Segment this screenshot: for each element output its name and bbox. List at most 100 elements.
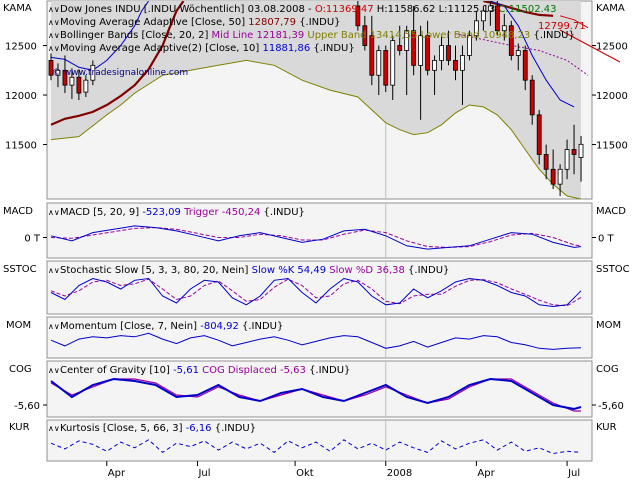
mom-right-label: MOM — [596, 320, 622, 331]
kur-legend-text-0-1: -6,16 — [185, 423, 212, 434]
main-legend-text-3-2: {.INDU} — [310, 43, 355, 54]
macd-legend-text-0-1: -523,09 — [142, 207, 181, 218]
main-legend-text-0-3: C:11502.43 — [498, 4, 557, 15]
kur-left-label: KUR — [9, 422, 30, 433]
line-series-icon: ∧∨ — [48, 44, 60, 53]
kur-legend-text-0-0: Kurtosis [Close, 5, 66, 3] — [60, 423, 186, 434]
candle-body-69 — [529, 79, 535, 116]
candle-body-74 — [564, 149, 570, 170]
cog-legend-text-0-1: -5,61 — [173, 365, 199, 376]
main-right-label: KAMA — [596, 3, 625, 14]
line-series-icon: ∧∨ — [48, 18, 60, 27]
main-left-label: KAMA — [3, 3, 32, 14]
line-series-icon: ∧∨ — [48, 366, 60, 375]
x-tick-label-4: Apr — [477, 468, 495, 479]
x-tick-label-2: Okt — [296, 468, 314, 479]
main-legend-row-3: ∧∨Moving Average Adaptive(2) [Close, 10]… — [48, 42, 575, 55]
sstoc-right-label: SSTOC — [596, 264, 630, 275]
mom-legend-text-0-1: -804,92 — [200, 321, 239, 332]
sstoc-left-label: SSTOC — [3, 264, 37, 275]
cog-legend-row-0: ∧∨Center of Gravity [10] -5,61 COG Displ… — [48, 364, 350, 377]
cog-y-tick-label-left-0: -5,60 — [14, 401, 40, 412]
cog-legend-text-0-0: Center of Gravity [10] — [60, 365, 174, 376]
main-legend-text-2-1: Mid Line 12181,39 — [211, 30, 305, 41]
sstoc-legend-text-0-2: Slow %D 36,38 — [326, 265, 405, 276]
cog-legend-text-0-2: COG Displaced -5,63 — [198, 365, 306, 376]
chart-canvas: 12500 12500 12000 12000 11500 11500 © www.trad… — [5, 0, 628, 479]
line-series-icon: ∧∨ — [48, 322, 60, 331]
main-legend-row-1: ∧∨Moving Average Adaptive [Close, 50] 12… — [48, 16, 575, 29]
watermark-text: © www.tradesignalonline.com — [52, 68, 188, 78]
candle-body-5 — [83, 79, 89, 93]
main-legend-text-0-1: O:11369.47 — [314, 4, 374, 15]
line-series-icon: ∧∨ — [48, 5, 60, 14]
macd-y-tick-label-right-0: 0 T — [598, 234, 615, 245]
main-legend-text-1-0: Moving Average Adaptive [Close, 50] — [60, 17, 249, 28]
main-legend-text-1-1: 12807,79 — [248, 17, 297, 28]
main-y-tick-label-left-2: 11500 — [5, 141, 37, 152]
candle-body-55 — [432, 60, 437, 71]
main-legend-text-2-3: {.INDU} — [530, 30, 575, 41]
candle-body-58 — [453, 60, 458, 71]
main-y-tick-label-left-0: 12500 — [5, 42, 37, 53]
candle-body-71 — [543, 154, 549, 170]
cog-y-tick-label-right-0: -5,60 — [598, 401, 624, 412]
candle-body-76 — [578, 143, 584, 158]
main-legend-row-2: ∧∨Bollinger Bands [Close, 20, 2] Mid Lin… — [48, 29, 575, 42]
main-legend-row-0: ∧∨Dow Jones INDU [.INDU Wöchentlich] 03.… — [48, 3, 575, 16]
main-legend-text-3-0: Moving Average Adaptive(2) [Close, 10] — [60, 43, 263, 54]
line-series-icon: ∧∨ — [48, 208, 60, 217]
main-legend-text-0-2: H:11586.62 L:11125.13 — [373, 4, 499, 15]
candle-body-4 — [76, 76, 82, 94]
macd-legend: ∧∨MACD [5, 20, 9] -523,09 Trigger -450,2… — [48, 206, 305, 219]
mom-legend-text-0-0: Momentum [Close, 7, Nein] — [60, 321, 201, 332]
cog-left-label: COG — [9, 364, 32, 375]
main-y-tick-label-right-0: 12500 — [596, 42, 628, 53]
mom-legend-text-0-2: {.INDU} — [238, 321, 284, 332]
mom-left-label: MOM — [6, 320, 32, 331]
main-legend-text-3-1: 11881,86 — [262, 43, 311, 54]
candle-body-73 — [557, 168, 563, 185]
line-series-icon: ∧∨ — [48, 424, 60, 433]
main-y-tick-label-right-1: 12000 — [596, 91, 628, 102]
x-tick-label-1: Jul — [197, 468, 210, 479]
main-legend-text-1-2: {.INDU} — [296, 17, 341, 28]
macd-legend-text-0-3: {.INDU} — [260, 207, 305, 218]
candle-body-48 — [383, 50, 389, 86]
line-series-icon: ∧∨ — [48, 31, 60, 40]
main-y-tick-label-right-2: 11500 — [596, 141, 628, 152]
main-legend-text-2-2: Upper Band 13414,55 Lower Band 10948,23 — [304, 30, 531, 41]
candle-body-75 — [571, 149, 577, 155]
sstoc-legend-text-0-1: Slow %K 54,49 — [251, 265, 327, 276]
mom-legend-row-0: ∧∨Momentum [Close, 7, Nein] -804,92 {.IN… — [48, 320, 283, 333]
x-tick-label-5: Jul — [567, 468, 580, 479]
cog-legend-text-0-3: {.INDU} — [305, 365, 351, 376]
macd-legend-row-0: ∧∨MACD [5, 20, 9] -523,09 Trigger -450,2… — [48, 206, 305, 219]
candle-body-72 — [550, 168, 556, 185]
main-legend-text-2-0: Bollinger Bands [Close, 20, 2] — [60, 30, 212, 41]
macd-right-label: MACD — [596, 206, 626, 217]
sstoc-legend-text-0-3: {.INDU} — [404, 265, 450, 276]
kur-legend-row-0: ∧∨Kurtosis [Close, 5, 66, 3] -6,16 {.IND… — [48, 422, 256, 435]
candle-body-3 — [69, 76, 75, 86]
macd-left-label: MACD — [3, 206, 33, 217]
sstoc-legend-row-0: ∧∨Stochastic Slow [5, 3, 3, 80, 20, Nein… — [48, 264, 449, 277]
kur-legend-text-0-2: {.INDU} — [211, 423, 257, 434]
main-legend-text-0-0: Dow Jones INDU [.INDU Wöchentlich] 03.08… — [60, 4, 315, 15]
kur-right-label: KUR — [596, 422, 617, 433]
cog-legend: ∧∨Center of Gravity [10] -5,61 COG Displ… — [48, 364, 350, 377]
candle-body-70 — [536, 114, 542, 155]
sstoc-legend: ∧∨Stochastic Slow [5, 3, 3, 80, 20, Nein… — [48, 264, 449, 277]
kur-legend: ∧∨Kurtosis [Close, 5, 66, 3] -6,16 {.IND… — [48, 422, 256, 435]
macd-legend-text-0-0: MACD [5, 20, 9] — [60, 207, 143, 218]
x-tick-label-3: 2008 — [387, 468, 412, 479]
sstoc-legend-text-0-0: Stochastic Slow [5, 3, 3, 80, 20, Nein] — [60, 265, 252, 276]
macd-legend-text-0-2: Trigger -450,24 — [180, 207, 261, 218]
candle-body-59 — [460, 55, 465, 71]
x-tick-label-0: Apr — [108, 468, 126, 479]
main-legend: ∧∨Dow Jones INDU [.INDU Wöchentlich] 03.… — [48, 3, 575, 55]
cog-right-label: COG — [596, 364, 619, 375]
main-y-tick-label-left-1: 12000 — [5, 91, 37, 102]
macd-y-tick-label-left-0: 0 T — [24, 234, 41, 245]
chart-window: 12500 12500 12000 12000 11500 11500 © www.trad… — [0, 0, 640, 480]
